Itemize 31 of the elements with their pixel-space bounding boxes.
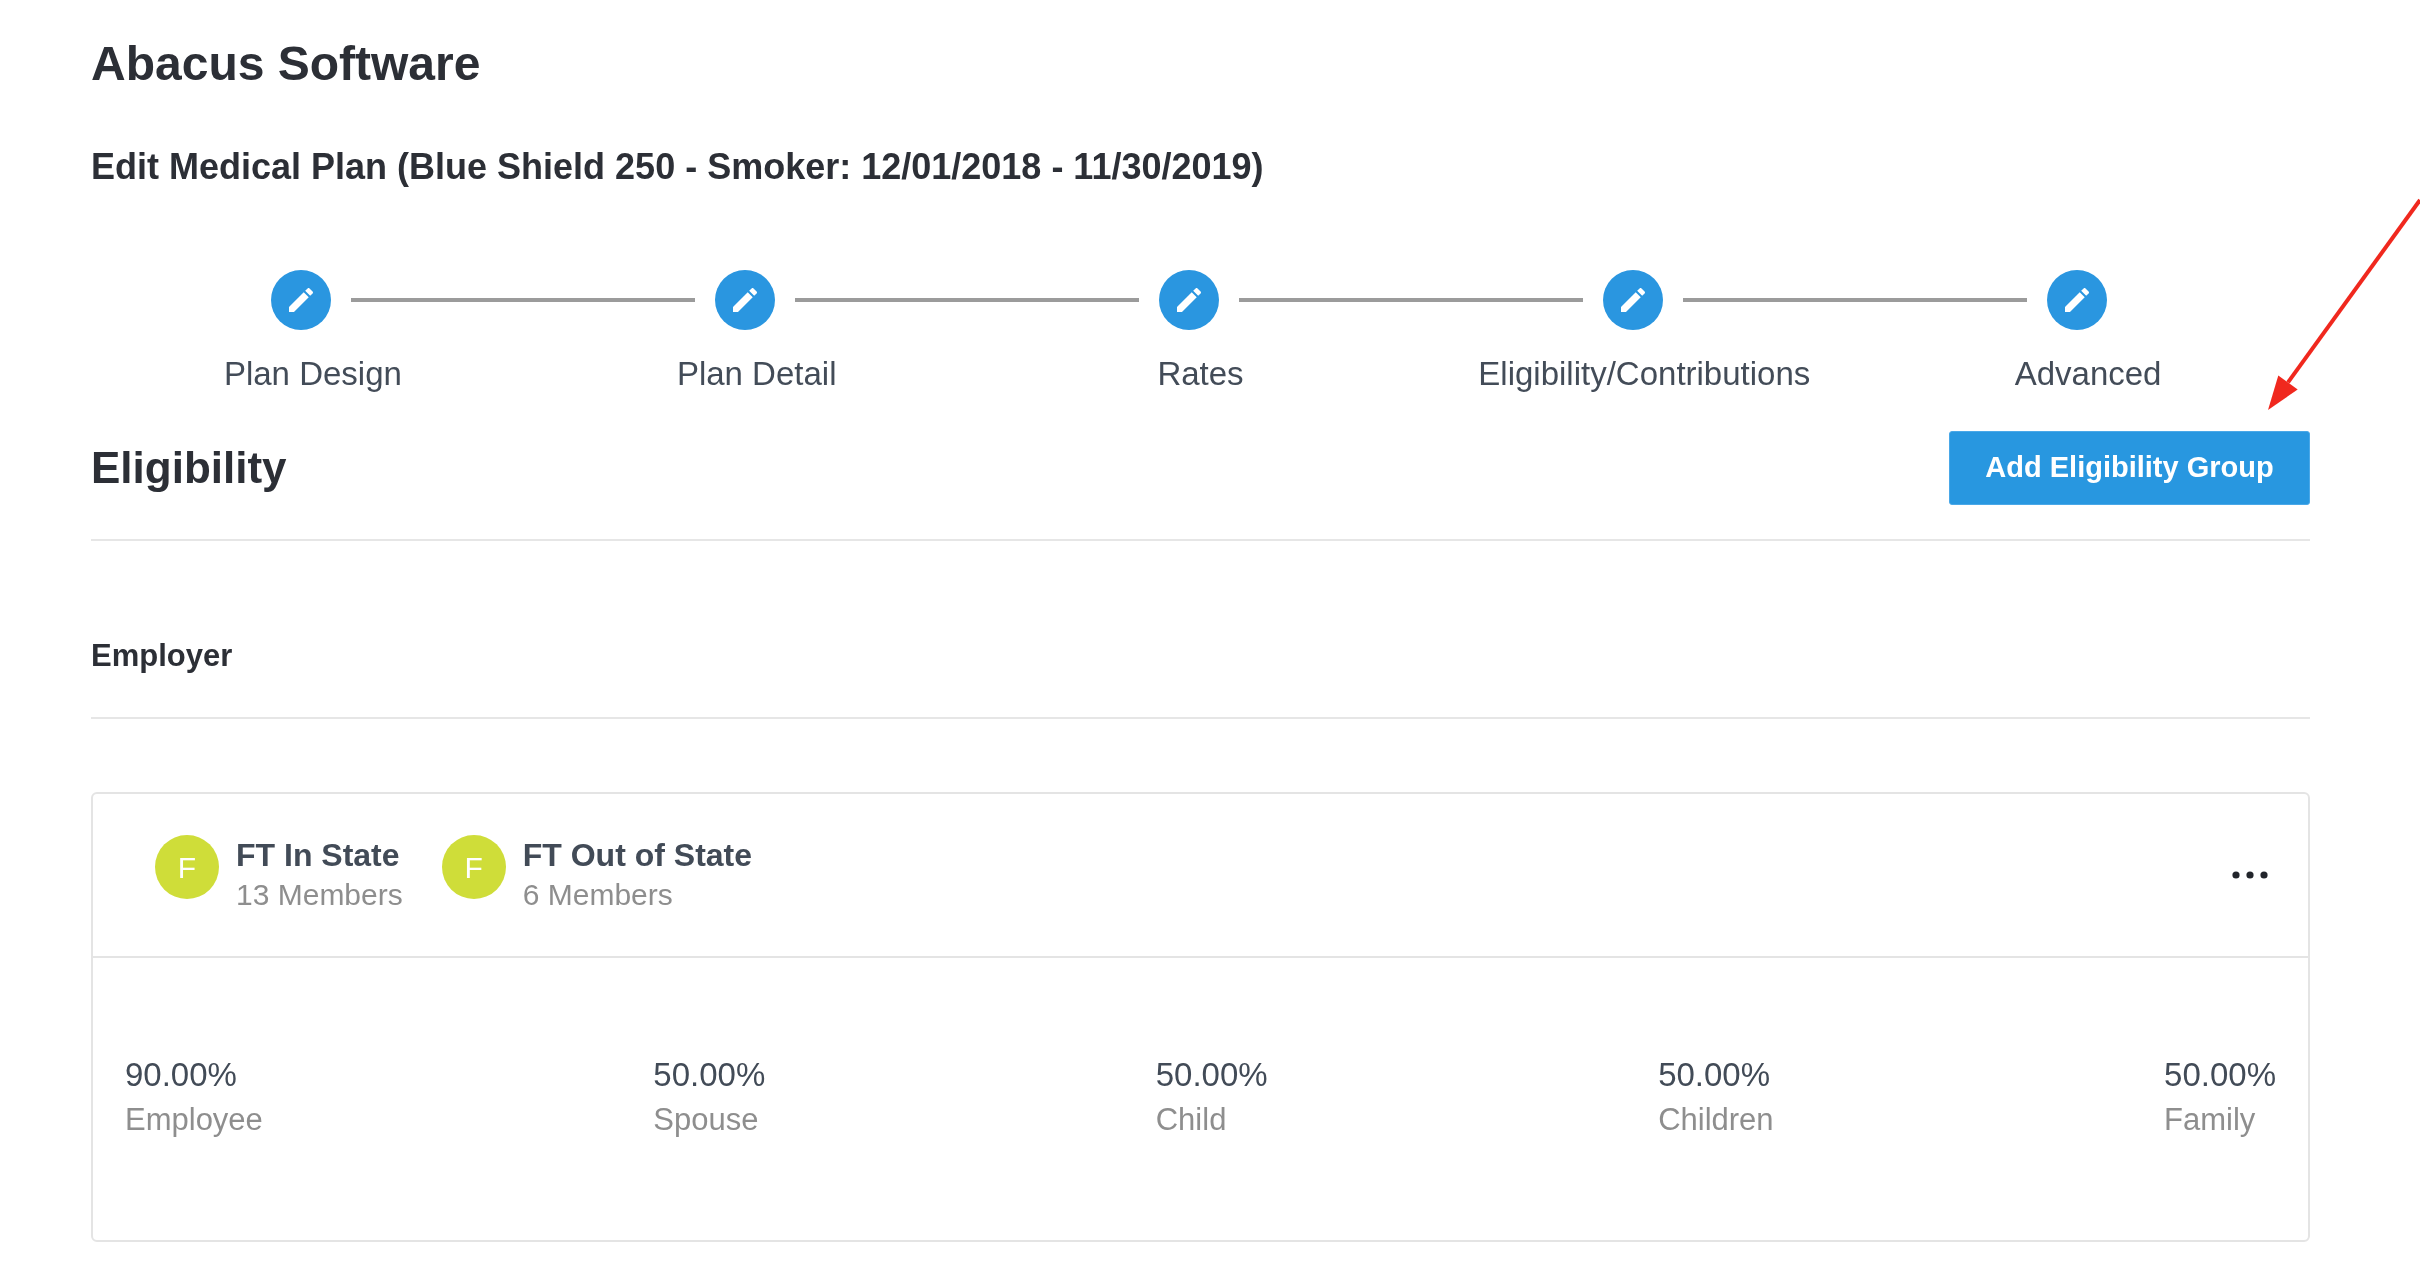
contribution-value: 50.00%	[1658, 1056, 1771, 1094]
member-count: 13 Members	[236, 877, 403, 913]
contribution-value: 50.00%	[2164, 1056, 2276, 1094]
step-label[interactable]: Plan Detail	[676, 355, 837, 393]
pencil-icon[interactable]	[1159, 270, 1219, 330]
step-label[interactable]: Advanced	[2014, 355, 2162, 393]
group-name: FT Out of State	[522, 836, 753, 875]
contribution-value: 90.00%	[125, 1056, 237, 1094]
app-title: Abacus Software	[91, 36, 481, 92]
pencil-icon[interactable]	[2047, 270, 2107, 330]
contribution-label: Children	[1658, 1102, 1774, 1138]
group-name: FT In State	[236, 836, 400, 875]
contribution-label: Family	[2164, 1102, 2256, 1138]
contribution-value: 50.00%	[653, 1056, 766, 1094]
employer-label: Employer	[91, 638, 233, 674]
contribution-label: Employee	[125, 1102, 263, 1138]
contribution-label: Child	[1155, 1102, 1227, 1138]
avatar: F	[441, 835, 506, 899]
more-icon[interactable]	[2232, 871, 2268, 879]
step-label[interactable]: Eligibility/Contributions	[1478, 355, 1811, 393]
page-title: Edit Medical Plan (Blue Shield 250 - Smoker: 12/01/2018 - 11/30/2019)	[91, 146, 1264, 188]
pencil-icon[interactable]	[271, 270, 331, 330]
avatar: F	[155, 835, 219, 899]
step-label[interactable]: Plan Design	[223, 355, 402, 393]
member-count: 6 Members	[522, 877, 673, 913]
section-title: Eligibility	[91, 442, 287, 494]
pencil-icon[interactable]	[715, 270, 775, 330]
step-label[interactable]: Rates	[1157, 355, 1244, 393]
contribution-value: 50.00%	[1155, 1056, 1268, 1094]
contribution-label: Spouse	[653, 1102, 759, 1138]
pencil-icon[interactable]	[1603, 270, 1663, 330]
